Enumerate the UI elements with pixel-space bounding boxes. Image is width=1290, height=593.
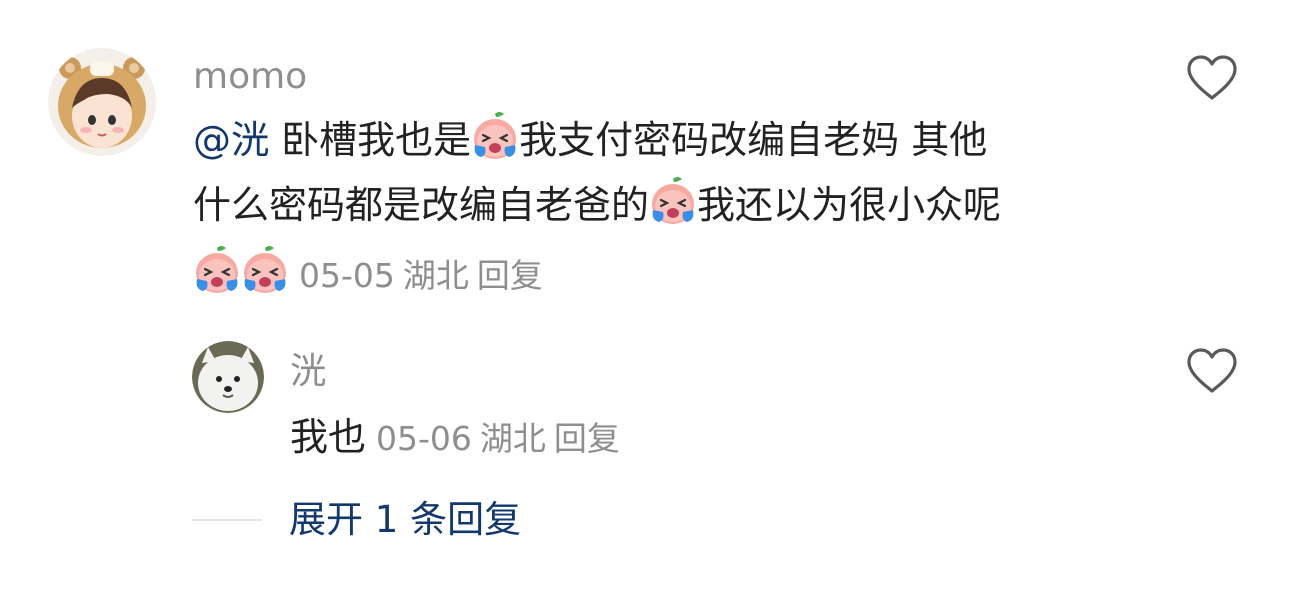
- avatar[interactable]: [48, 48, 156, 156]
- crying-peach-emoji-icon: [649, 176, 697, 226]
- reply-like-heart-icon[interactable]: [1185, 347, 1239, 395]
- expand-replies-button[interactable]: 展开 1 条回复: [289, 494, 521, 546]
- comment-location: 湖北: [402, 256, 469, 295]
- crying-peach-emoji-icon: [471, 111, 519, 161]
- reply-meta: 05-06 湖北 回复: [376, 419, 620, 458]
- comment-text-line-2: 什么密码都是改编自老爸的 我还以为很小众呢: [193, 173, 1001, 237]
- comment-meta: 05-05 湖北 回复: [299, 256, 543, 295]
- reply-text-line: 我也 05-06 湖北 回复: [290, 405, 620, 471]
- comment-text-line-3: 05-05 湖北 回复: [193, 242, 543, 308]
- expand-divider: [192, 519, 262, 521]
- comment-username[interactable]: momo: [193, 55, 307, 99]
- reply-button[interactable]: 回复: [477, 256, 543, 295]
- comment-date: 05-05: [299, 256, 395, 295]
- comment-text-segment: 卧槽我也是: [269, 118, 472, 162]
- like-heart-icon[interactable]: [1185, 54, 1239, 102]
- reply-date: 05-06: [376, 419, 472, 458]
- reply-location: 湖北: [479, 419, 546, 458]
- comment-text-segment: 我还以为很小众呢: [697, 183, 1002, 227]
- crying-peach-emoji-icon: [241, 245, 289, 295]
- reply-text: 我也: [290, 415, 367, 459]
- mention-link[interactable]: @洸: [193, 118, 269, 162]
- comment-text-segment: 我支付密码改编自老妈 其他: [519, 118, 988, 162]
- reply-avatar[interactable]: [192, 341, 264, 413]
- comment-text-segment: 什么密码都是改编自老爸的: [193, 183, 650, 227]
- crying-peach-emoji-icon: [193, 245, 241, 295]
- comment-text-line-1: @洸 卧槽我也是 我支付密码改编自老妈 其他: [193, 108, 987, 172]
- reply-username[interactable]: 洸: [290, 350, 326, 394]
- reply-reply-button[interactable]: 回复: [554, 419, 620, 458]
